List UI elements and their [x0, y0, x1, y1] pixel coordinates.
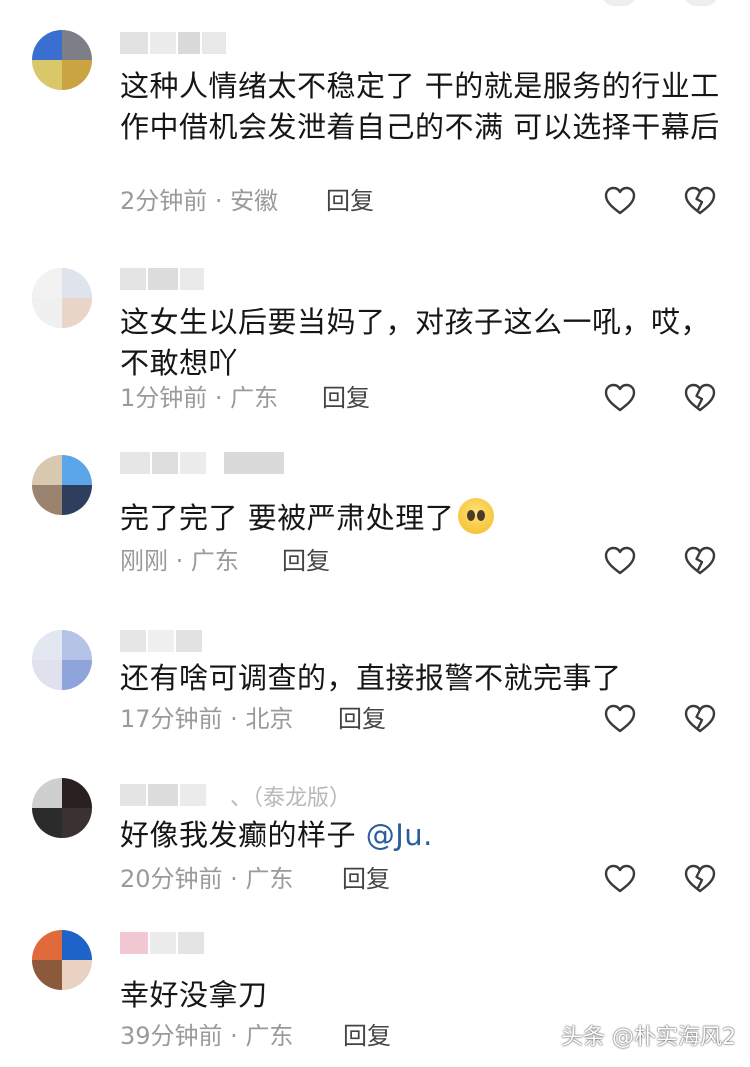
heart-outline-icon[interactable]: [603, 862, 637, 896]
comment-location: 安徽: [230, 187, 279, 215]
reply-button[interactable]: 回复: [343, 1021, 391, 1051]
comment-time: 刚刚: [120, 547, 168, 575]
blurred-username[interactable]: [120, 932, 204, 954]
reply-button[interactable]: 回复: [326, 186, 374, 216]
comment-time: 20分钟前: [120, 865, 223, 893]
comment-meta: 20分钟前 · 广东: [120, 865, 294, 893]
comment-text: 完了完了 要被严肃处理了: [120, 498, 720, 539]
comment-time: 39分钟前: [120, 1022, 223, 1050]
broken-heart-icon[interactable]: [683, 862, 717, 896]
comment-text-content: 好像我发癫的样子: [120, 818, 357, 852]
watermark: 头条 @朴实海风2: [561, 1025, 736, 1050]
reply-button[interactable]: 回复: [338, 704, 386, 734]
comment-location: 广东: [245, 1022, 294, 1050]
comment-location: 广东: [245, 865, 294, 893]
comment-location: 北京: [245, 705, 294, 733]
comment-meta: 17分钟前 · 北京: [120, 705, 294, 733]
comment-meta: 1分钟前 · 广东: [120, 384, 279, 412]
heart-outline-icon[interactable]: [603, 184, 637, 218]
broken-heart-icon[interactable]: [683, 184, 717, 218]
broken-heart-icon[interactable]: [683, 381, 717, 415]
reply-button[interactable]: 回复: [282, 546, 330, 576]
comment-meta: 39分钟前 · 广东: [120, 1022, 294, 1050]
avatar[interactable]: [32, 778, 92, 838]
pleading-face-emoji: [458, 498, 495, 534]
comment-text: 还有啥可调查的，直接报警不就完事了: [120, 661, 622, 695]
blurred-username[interactable]: [120, 452, 284, 474]
heart-outline-icon[interactable]: [603, 544, 637, 578]
blurred-username[interactable]: [120, 32, 226, 54]
heart-outline-icon[interactable]: [603, 702, 637, 736]
top-cutoff-icons: [580, 0, 750, 8]
comment-location: 广东: [230, 384, 279, 412]
broken-heart-icon[interactable]: [683, 544, 717, 578]
mention-link[interactable]: @Ju.: [366, 818, 433, 852]
blurred-username[interactable]: [120, 630, 202, 652]
comment-text: 这种人情绪太不稳定了 干的就是服务的行业工作中借机会发泄着自己的不满 可以选择干…: [120, 69, 720, 144]
reply-button[interactable]: 回复: [342, 864, 390, 894]
comment-time: 2分钟前: [120, 187, 208, 215]
avatar[interactable]: [32, 630, 92, 690]
username-suffix: 、（泰龙版）: [230, 786, 352, 811]
comment-text: 这女生以后要当妈了，对孩子这么一吼，哎，不敢想吖: [120, 305, 711, 380]
comment-time: 17分钟前: [120, 705, 223, 733]
broken-heart-icon[interactable]: [683, 702, 717, 736]
comment-location: 广东: [190, 547, 239, 575]
avatar[interactable]: [32, 268, 92, 328]
comment-meta: 刚刚 · 广东: [120, 547, 239, 575]
comment-text: 幸好没拿刀: [120, 978, 268, 1012]
avatar[interactable]: [32, 455, 92, 515]
heart-outline-icon[interactable]: [603, 381, 637, 415]
comment-text: 好像我发癫的样子 @Ju.: [120, 815, 720, 856]
blurred-username[interactable]: [120, 268, 204, 290]
comment-time: 1分钟前: [120, 384, 208, 412]
reply-button[interactable]: 回复: [322, 383, 370, 413]
comment-text-content: 完了完了 要被严肃处理了: [120, 501, 455, 535]
blurred-username[interactable]: [120, 784, 206, 806]
comment-meta: 2分钟前 · 安徽: [120, 187, 279, 215]
avatar[interactable]: [32, 30, 92, 90]
avatar[interactable]: [32, 930, 92, 990]
